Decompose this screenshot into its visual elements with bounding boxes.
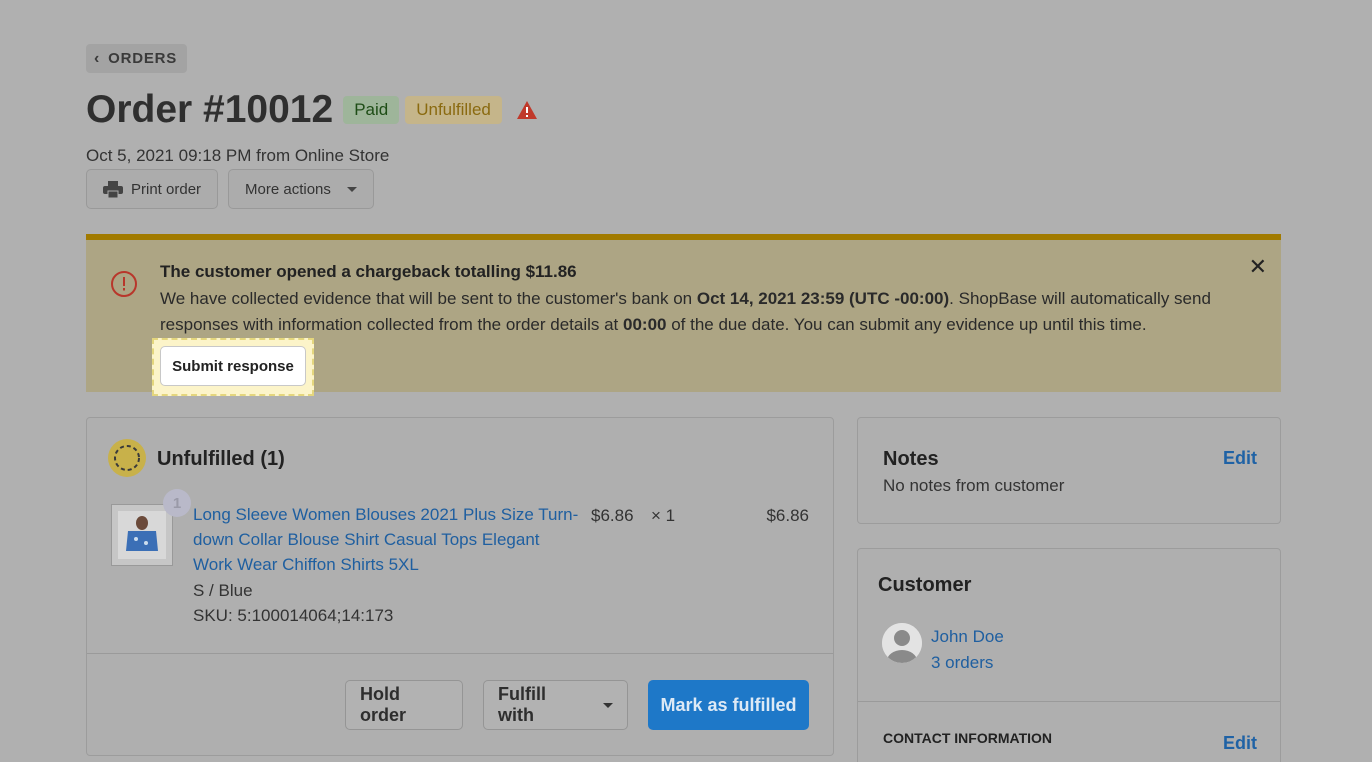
notes-title: Notes [883,448,939,470]
user-avatar-icon [882,623,922,663]
notes-body: No notes from customer [883,476,1065,495]
header-actions: Print order More actions [86,169,374,209]
product-thumbnail[interactable] [111,504,173,566]
product-name-line-1: Long Sleeve Women Blouses 2021 Plus Size… [193,505,579,524]
title-row: Order #10012 Paid Unfulfilled [86,88,538,132]
order-subline: Oct 5, 2021 09:18 PM from Online Store [86,146,390,165]
notes-edit-link[interactable]: Edit [1223,448,1257,469]
chargeback-body: We have collected evidence that will be … [160,286,1255,338]
item-price: $6.86 [591,506,634,525]
caret-down-icon [346,186,357,192]
paid-badge: Paid [343,96,400,124]
unfulfilled-title: Unfulfilled (1) [157,448,285,470]
caret-down-icon [603,702,613,708]
quantity-badge: 1 [163,489,191,517]
submit-response-highlight: Submit response [152,338,314,396]
customer-name-link[interactable]: John Doe [931,627,1004,647]
customer-card: Customer John Doe 3 orders CONTACT INFOR… [857,548,1281,762]
notes-card: Notes Edit No notes from customer [857,417,1281,524]
product-name-line-3: Work Wear Chiffon Shirts 5XL [193,555,419,574]
fulfill-with-label: Fulfill with [498,684,546,725]
product-variant: S / Blue [193,581,253,600]
item-total: $6.86 [766,506,809,525]
print-order-button[interactable]: Print order [86,169,219,209]
more-actions-button[interactable]: More actions [228,169,374,209]
item-quantity: × 1 [651,506,676,525]
hold-order-button[interactable]: Hold order [345,680,463,730]
contact-information-label: CONTACT INFORMATION [883,730,1053,746]
divider [87,653,833,654]
avatar [882,623,922,663]
alert-circle-icon [111,271,137,297]
mark-as-fulfilled-button[interactable]: Mark as fulfilled [648,680,809,730]
unfulfilled-card: Unfulfilled (1) 1 Long Sleeve Women Blou… [86,417,834,756]
printer-icon [103,180,123,198]
chargeback-banner: The customer opened a chargeback totalli… [86,234,1281,396]
product-sku: SKU: 5:100014064;14:173 [193,606,394,625]
close-icon[interactable]: ✕ [1249,254,1267,280]
submit-response-button[interactable]: Submit response [160,346,306,386]
due-time: 00:00 [623,315,667,334]
unfulfilled-status-icon [108,439,146,477]
product-name-line-2: down Collar Blouse Shirt Casual Tops Ele… [193,530,540,549]
back-label: ORDERS [108,50,178,67]
product-image [118,511,166,559]
divider [858,701,1280,702]
body-text-1: We have collected evidence that will be … [160,289,697,308]
unfulfilled-badge: Unfulfilled [405,96,502,124]
contact-edit-link[interactable]: Edit [1223,733,1257,754]
print-order-label: Print order [131,180,202,198]
page-title: Order #10012 [86,88,334,131]
fulfill-with-button[interactable]: Fulfill with [483,680,628,730]
customer-title: Customer [878,574,972,596]
due-date: Oct 14, 2021 23:59 (UTC -00:00) [696,289,950,308]
customer-orders-link[interactable]: 3 orders [931,653,993,673]
warning-icon [516,101,537,119]
body-text-3: of the due date. You can submit any evid… [666,315,1147,334]
product-name-link[interactable]: Long Sleeve Women Blouses 2021 Plus Size… [193,502,593,577]
chevron-left-icon: ‹ [94,49,101,67]
chargeback-title: The customer opened a chargeback totalli… [160,262,577,281]
back-to-orders-button[interactable]: ‹ ORDERS [86,44,188,73]
more-actions-label: More actions [245,180,331,198]
